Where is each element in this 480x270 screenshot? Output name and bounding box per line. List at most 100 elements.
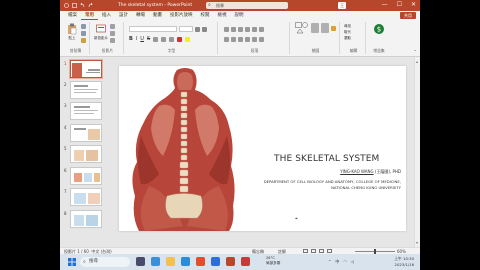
grow-font-icon[interactable] (195, 26, 200, 32)
tab-file[interactable]: 檔案 (64, 11, 81, 20)
reading-view-icon[interactable] (319, 249, 324, 253)
shapes-icon[interactable] (295, 22, 309, 34)
weather-widget[interactable]: 26°C 局部多雲 (266, 256, 280, 266)
arrange-icon[interactable] (311, 23, 319, 33)
paste-button[interactable]: 貼上 (64, 23, 80, 47)
search-box[interactable]: ⌕ 搜尋 (206, 2, 288, 9)
change-case-icon[interactable] (169, 36, 175, 42)
tab-help[interactable]: 說明 (231, 11, 248, 20)
edge-icon[interactable] (181, 257, 190, 266)
thumbnail-pane[interactable]: 1 2 3 4 5 6 7 8 (60, 57, 108, 247)
powerpoint-icon[interactable] (226, 257, 235, 266)
bullets-icon[interactable] (224, 26, 229, 32)
reset-icon[interactable] (110, 31, 115, 36)
align-left-icon[interactable] (224, 36, 229, 42)
slide-canvas[interactable]: THE SKELETAL SYSTEM YING-KAO WANG (王蔭國),… (119, 66, 406, 231)
slide-thumbnail-1[interactable]: 1 (64, 59, 103, 79)
store-icon[interactable] (211, 257, 220, 266)
slide-thumbnail-7[interactable]: 7 (64, 188, 102, 206)
increase-indent-icon[interactable] (245, 26, 250, 32)
slide-sorter-icon[interactable] (311, 249, 316, 253)
minimize-button[interactable]: — (382, 1, 388, 8)
decrease-indent-icon[interactable] (238, 26, 243, 32)
slide-affiliation[interactable]: DEPARTMENT OF CELL BIOLOGY AND ANATOMY, … (264, 179, 401, 190)
new-slide-button[interactable]: 新投影片 (93, 23, 109, 47)
align-center-icon[interactable] (231, 36, 236, 42)
text-direction-icon[interactable] (259, 26, 264, 32)
spacing-icon[interactable] (161, 36, 167, 42)
align-right-icon[interactable] (238, 36, 243, 42)
section-icon[interactable] (110, 38, 115, 43)
shrink-font-icon[interactable] (202, 26, 207, 32)
tab-home[interactable]: 常用 (81, 11, 98, 20)
smartart-icon[interactable] (259, 36, 264, 42)
find-button[interactable]: 尋找 (344, 24, 351, 29)
strikethrough-icon[interactable]: S (147, 36, 150, 42)
cut-icon[interactable] (81, 24, 86, 29)
replace-button[interactable]: 取代 (344, 30, 351, 35)
layout-icon[interactable] (110, 24, 115, 29)
tab-review[interactable]: 校閱 (197, 11, 214, 20)
slide-thumbnail-3[interactable]: 3 (64, 102, 102, 120)
tab-insert[interactable]: 插入 (98, 11, 115, 20)
close-button[interactable]: ✕ (411, 1, 416, 8)
redo-icon[interactable] (88, 2, 93, 8)
maximize-button[interactable]: ☐ (397, 1, 402, 8)
slide-thumbnail-5[interactable]: 5 (64, 145, 102, 163)
widgets-icon[interactable] (151, 257, 160, 266)
justify-icon[interactable] (245, 36, 250, 42)
tab-transitions[interactable]: 轉場 (132, 11, 149, 20)
numbering-icon[interactable] (231, 26, 236, 32)
volume-icon[interactable]: ◁ (351, 259, 354, 265)
file-explorer-icon[interactable] (166, 257, 175, 266)
slideshow-icon[interactable] (327, 249, 332, 253)
tab-slideshow[interactable]: 投影片放映 (166, 11, 197, 20)
save-icon[interactable] (72, 3, 77, 8)
autosave-icon[interactable] (64, 3, 69, 8)
highlight-icon[interactable] (185, 36, 191, 42)
slide-thumbnail-6[interactable]: 6 (64, 167, 102, 185)
underline-icon[interactable]: U (140, 36, 144, 42)
windows-start-icon[interactable] (68, 258, 76, 266)
copy-icon[interactable] (81, 31, 86, 36)
select-button[interactable]: 選取 (344, 36, 351, 41)
font-color-icon[interactable] (177, 36, 183, 42)
tab-view[interactable]: 檢視 (214, 11, 231, 20)
shape-fill-icon[interactable] (331, 25, 336, 31)
slide-thumbnail-4[interactable]: 4 (64, 124, 102, 142)
vertical-scrollbar[interactable]: ▴ ▾ (414, 57, 420, 247)
addin-button[interactable]: $ (371, 23, 387, 47)
acrobat-icon[interactable] (241, 257, 250, 266)
wifi-icon[interactable]: ◠ (343, 259, 347, 265)
task-view-icon[interactable] (136, 257, 145, 266)
tab-design[interactable]: 設計 (115, 11, 132, 20)
share-button[interactable]: 共用 (400, 12, 416, 19)
user-account[interactable]: 王 (338, 2, 346, 9)
quick-styles-icon[interactable] (321, 23, 329, 33)
slide-thumbnail-8[interactable]: 8 (64, 210, 102, 228)
bold-icon[interactable]: B (129, 36, 133, 42)
drawing-group: 繪圖 (292, 22, 340, 54)
slide-title[interactable]: THE SKELETAL SYSTEM (274, 154, 404, 164)
ime-indicator[interactable]: 中 (335, 259, 339, 265)
font-name-select[interactable] (129, 26, 177, 32)
taskbar-search[interactable]: ⌕ 搜尋 (80, 257, 130, 267)
chevron-up-icon[interactable]: ⌃ (328, 259, 331, 265)
scroll-down-icon[interactable]: ▾ (416, 240, 418, 245)
undo-icon[interactable] (80, 2, 85, 8)
line-spacing-icon[interactable] (252, 26, 257, 32)
italic-icon[interactable]: I (136, 36, 137, 42)
tab-animations[interactable]: 動畫 (149, 11, 166, 20)
new-slide-icon (96, 24, 106, 33)
taskbar-clock[interactable]: 上午 10:30 2023/1/16 (394, 256, 414, 267)
scroll-up-icon[interactable]: ▴ (416, 59, 418, 64)
font-size-select[interactable] (179, 26, 193, 32)
format-painter-icon[interactable] (81, 38, 86, 43)
columns-icon[interactable] (252, 36, 257, 42)
shadow-icon[interactable] (153, 36, 159, 42)
collapse-ribbon-icon[interactable]: ⌃ (414, 49, 417, 54)
slide-thumbnail-2[interactable]: 2 (64, 81, 102, 99)
chrome-icon[interactable] (196, 257, 205, 266)
slide-author[interactable]: YING-KAO WANG (王蔭國), PHD (340, 169, 401, 175)
normal-view-icon[interactable] (303, 249, 308, 253)
